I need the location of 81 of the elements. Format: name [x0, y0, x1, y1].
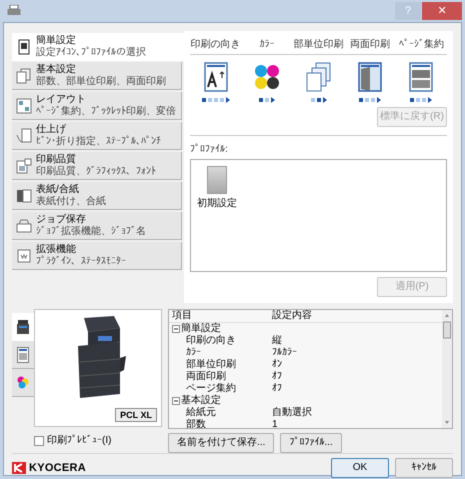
sidebar-item-icon — [15, 66, 33, 84]
close-button[interactable]: ✕ — [422, 2, 462, 20]
sidebar-item[interactable]: 表紙/合紙 表紙付け、合紙 — [12, 182, 182, 210]
checkbox[interactable] — [34, 436, 44, 446]
ok-button[interactable]: OK — [331, 458, 389, 478]
table-cell: ｵﾌ — [272, 383, 282, 395]
triangle-icon — [376, 97, 381, 103]
sidebar-item-subtitle: ﾍﾟｰｼﾞ集約、ﾌﾞｯｸﾚｯﾄ印刷、変倍 — [36, 106, 176, 118]
print-preview-checkbox[interactable]: 印刷ﾌﾟﾚﾋﾞｭｰ(I) — [34, 433, 112, 448]
sidebar-item-subtitle: ﾌﾟﾗｸﾞｲﾝ、ｽﾃｰﾀｽﾓﾆﾀｰ — [36, 256, 126, 268]
sidebar-item-title: レイアウト — [36, 94, 87, 106]
sidebar-item-icon — [15, 96, 33, 114]
printer-icon — [16, 319, 30, 335]
sidebar-item[interactable]: 仕上げ ﾋﾞﾝ･折り指定、ｽﾃｰﾌﾟﾙ､ﾊﾟﾝﾁ — [12, 122, 182, 150]
table-cell: 縦 — [272, 335, 282, 347]
quick-setting-label: ﾍﾟｰｼﾞ集約 — [398, 38, 445, 52]
sidebar-item-title: ジョブ保存 — [36, 214, 87, 226]
triangle-icon — [226, 97, 230, 103]
quick-setting-label: 部単位印刷 — [292, 38, 344, 52]
sidebar-item[interactable]: 基本設定 部数、部単位印刷、両面印刷 — [12, 62, 182, 90]
sidebar-item-title: 簡単設定 — [36, 35, 77, 46]
profile-name: 初期設定 — [197, 196, 237, 211]
sidebar-item-title: 拡張機能 — [36, 244, 77, 256]
quick-setting-label: ｶﾗｰ — [258, 38, 276, 52]
logo-text: KYOCERA — [29, 460, 86, 476]
group-label: 基本設定 — [181, 395, 221, 407]
sidebar-item-title: 印刷品質 — [36, 154, 77, 166]
sidebar-item-subtitle: 部数、部単位印刷、両面印刷 — [36, 76, 166, 88]
page-icon — [16, 346, 30, 362]
sidebar-item-title: 表紙/合紙 — [36, 184, 80, 196]
table-cell-text: 両面印刷 — [185, 371, 227, 383]
quick-setting-label: 印刷の向き — [190, 38, 242, 52]
sidebar-item-title: 基本設定 — [36, 64, 77, 76]
sidebar-item-icon — [15, 186, 33, 204]
table-cell-text: ページ集約 — [185, 383, 237, 394]
sidebar-item-subtitle: 設定ｱｲｺﾝ､ﾌﾟﾛﾌｧｲﾙの選択 — [36, 47, 146, 59]
triangle-icon — [428, 97, 432, 103]
profile-action-button[interactable]: ﾌﾟﾛﾌｧｲﾙ... — [280, 433, 342, 453]
table-cell: ｵﾝ — [272, 359, 282, 371]
collapse-icon[interactable] — [172, 325, 180, 333]
table-cell: 1 — [272, 419, 278, 428]
cancel-button[interactable]: ｷｬﾝｾﾙ — [395, 458, 453, 478]
triangle-icon — [271, 97, 276, 103]
color-dots-icon — [16, 374, 30, 390]
checkbox-label: 印刷ﾌﾟﾚﾋﾞｭｰ(I) — [47, 434, 112, 448]
profile-item[interactable]: 初期設定 — [197, 166, 237, 211]
table-cell: ﾌﾙｶﾗｰ — [272, 347, 297, 359]
sidebar-item-subtitle: ｼﾞｮﾌﾞ拡張機能、ｼﾞｮﾌﾞ名 — [36, 226, 146, 238]
sidebar-item[interactable]: レイアウト ﾍﾟｰｼﾞ集約、ﾌﾞｯｸﾚｯﾄ印刷、変倍 — [12, 92, 182, 120]
sidebar-item[interactable]: ジョブ保存 ｼﾞｮﾌﾞ拡張機能、ｼﾞｮﾌﾞ名 — [12, 212, 182, 240]
scrollbar[interactable] — [442, 310, 452, 428]
table-cell: 自動選択 — [272, 407, 312, 419]
sidebar-item[interactable]: 印刷品質 印刷品質、ｸﾞﾗﾌｨｯｸｽ、ﾌｫﾝﾄ — [12, 152, 182, 180]
sidebar-item-icon — [15, 246, 33, 264]
sidebar-item[interactable]: 簡単設定 設定ｱｲｺﾝ､ﾌﾟﾛﾌｧｲﾙの選択 — [12, 33, 184, 61]
profile-label: ﾌﾟﾛﾌｧｲﾙ: — [190, 142, 228, 157]
profile-action-button[interactable]: 名前を付けて保存... — [168, 433, 274, 453]
quick-setting-label: 両面印刷 — [348, 38, 391, 52]
sidebar-item-icon — [15, 216, 33, 234]
sidebar-item-icon — [15, 126, 33, 144]
table-cell: ｵﾌ — [272, 371, 282, 383]
table-cell-text: 部単位印刷 — [185, 359, 237, 370]
sidebar-item-icon — [15, 156, 33, 174]
sidebar-item-subtitle: ﾋﾞﾝ･折り指定、ｽﾃｰﾌﾟﾙ､ﾊﾟﾝﾁ — [36, 136, 161, 148]
logo-icon — [12, 462, 26, 474]
collapse-icon[interactable] — [172, 397, 180, 405]
table-cell-text: ｶﾗｰ — [185, 347, 202, 358]
preview-tab[interactable] — [12, 313, 34, 341]
sidebar-item-title: 仕上げ — [36, 124, 67, 136]
triangle-icon — [322, 97, 327, 103]
column-header: 項目 — [172, 310, 193, 322]
group-label: 簡単設定 — [181, 323, 221, 334]
pcl-xl-badge: PCL XL — [115, 408, 157, 422]
printer-icon — [7, 5, 21, 17]
preview-tab[interactable] — [12, 341, 34, 369]
table-cell-text: 給紙元 — [185, 407, 217, 418]
sidebar-item[interactable]: 拡張機能 ﾌﾟﾗｸﾞｲﾝ、ｽﾃｰﾀｽﾓﾆﾀｰ — [12, 242, 182, 270]
table-cell-text: 印刷の向き — [185, 335, 237, 347]
profile-thumbnail — [207, 166, 227, 194]
sidebar-item-subtitle: 表紙付け、合紙 — [36, 196, 106, 208]
sidebar-item-subtitle: 印刷品質、ｸﾞﾗﾌｨｯｸｽ、ﾌｫﾝﾄ — [36, 166, 156, 178]
